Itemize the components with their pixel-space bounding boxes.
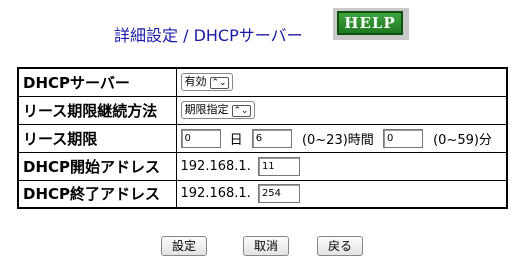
lease-minutes-input[interactable]: 0 (382, 128, 423, 148)
action-buttons: 設定 取消 戻る (0, 236, 527, 258)
end-address-prefix: 192.168.1. (180, 186, 251, 202)
lease-period-label: リース期限 (17, 123, 177, 153)
start-address-prefix: 192.168.1. (180, 158, 251, 174)
save-button[interactable]: 設定 (161, 236, 207, 256)
help-button[interactable]: HELP (333, 8, 409, 40)
lease-renewal-method-select-value: 期限指定 (184, 103, 229, 116)
lease-hours-input[interactable]: 6 (251, 128, 292, 148)
cancel-button[interactable]: 取消 (243, 236, 289, 256)
lease-hours-unit: (0~23)時間 (301, 132, 374, 148)
chevron-updown-icon: ⌃⌄ (209, 77, 229, 90)
back-button[interactable]: 戻る (317, 236, 363, 256)
dhcp-server-select[interactable]: 有効 ⌃⌄ (180, 73, 233, 92)
lease-days-unit: 日 (229, 132, 243, 148)
table-row: リース期限継続方法 期限指定 ⌃⌄ (17, 95, 508, 125)
table-row: リース期限 0 日 6 (0~23)時間 0 (0~59)分 (17, 123, 508, 153)
table-row: DHCP開始アドレス 192.168.1. 11 (17, 151, 508, 181)
page-title: 詳細設定 / DHCPサーバー (114, 26, 303, 45)
dhcp-end-address-label: DHCP終了アドレス (17, 179, 177, 209)
dhcp-settings-table: DHCPサーバー 有効 ⌃⌄ リース期限継続方法 期限指定 ⌃⌄ リース期限 0 日… (17, 67, 508, 209)
dhcp-server-select-value: 有効 (184, 75, 207, 89)
dhcp-start-address-label: DHCP開始アドレス (17, 151, 177, 181)
lease-days-input[interactable]: 0 (180, 128, 221, 148)
dhcp-server-label: DHCPサーバー (17, 67, 177, 97)
table-row: DHCPサーバー 有効 ⌃⌄ (17, 67, 508, 97)
start-address-input[interactable]: 11 (257, 156, 300, 176)
table-row: DHCP終了アドレス 192.168.1. 254 (17, 179, 508, 209)
lease-renewal-method-label: リース期限継続方法 (17, 95, 177, 125)
help-button-label: HELP (337, 11, 403, 35)
lease-minutes-unit: (0~59)分 (433, 132, 492, 148)
lease-renewal-method-select[interactable]: 期限指定 ⌃⌄ (180, 101, 255, 119)
page-header: 詳細設定 / DHCPサーバー HELP (0, 8, 527, 48)
chevron-updown-icon: ⌃⌄ (231, 105, 251, 117)
end-address-input[interactable]: 254 (257, 184, 300, 204)
